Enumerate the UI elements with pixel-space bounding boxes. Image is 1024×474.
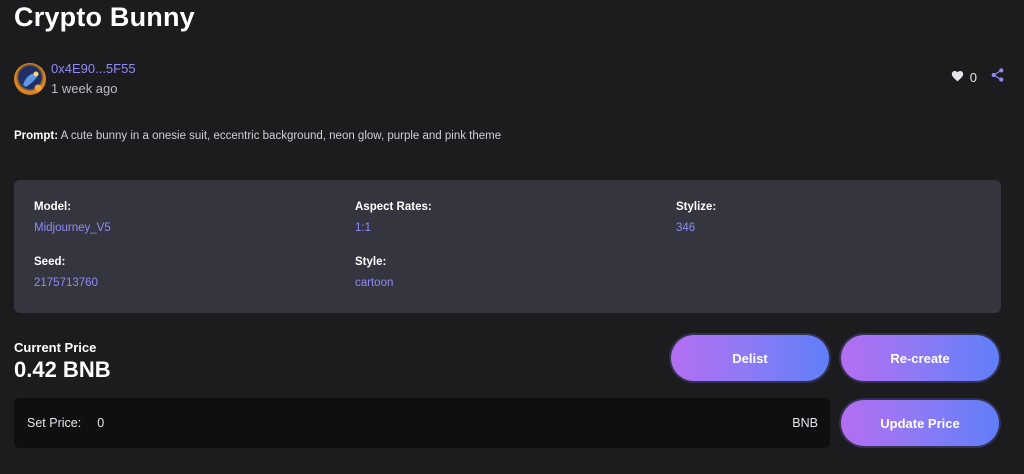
author-row: 0x4E90...5F55 1 week ago [14, 60, 136, 97]
detail-seed-value: 2175713760 [34, 277, 98, 289]
detail-aspect-label: Aspect Rates: [355, 201, 432, 213]
prompt-value: A cute bunny in a onesie suit, eccentric… [58, 130, 502, 142]
page-title: Crypto Bunny [14, 2, 195, 32]
detail-aspect: Aspect Rates: 1:1 [355, 201, 432, 234]
detail-model-label: Model: [34, 201, 72, 213]
nft-detail-page: Crypto Bunny 0x4E90...5F55 1 week ago 0 [0, 0, 1024, 474]
detail-style: Style: cartoon [355, 256, 393, 289]
delist-button[interactable]: Delist [671, 335, 829, 381]
detail-stylize-label: Stylize: [676, 201, 717, 213]
detail-model-value: Midjourney_V5 [34, 222, 111, 234]
generation-details-panel: Model: Midjourney_V5 Aspect Rates: 1:1 S… [14, 180, 1001, 313]
recreate-button[interactable]: Re-create [841, 335, 999, 381]
detail-aspect-value: 1:1 [355, 222, 371, 234]
set-price-label: Set Price: [27, 416, 82, 430]
set-price-field: Set Price: BNB [14, 398, 830, 448]
detail-stylize-value: 346 [676, 222, 696, 234]
detail-model: Model: Midjourney_V5 [34, 201, 111, 234]
prompt-label: Prompt: [14, 130, 59, 142]
detail-seed-label: Seed: [34, 256, 66, 268]
avatar-icon [20, 68, 42, 91]
detail-style-label: Style: [355, 256, 387, 268]
detail-style-value: cartoon [355, 277, 394, 289]
current-price-value: 0.42 BNB [14, 357, 111, 382]
author-meta: 0x4E90...5F55 1 week ago [51, 60, 136, 97]
currency-label: BNB [792, 416, 818, 430]
post-actions: 0 [951, 68, 1004, 87]
heart-icon[interactable] [951, 69, 964, 87]
like-count: 0 [969, 70, 977, 85]
prompt-text: Prompt: A cute bunny in a onesie suit, e… [14, 130, 501, 142]
detail-stylize: Stylize: 346 [676, 201, 716, 234]
current-price-label: Current Price [14, 340, 97, 355]
update-price-button[interactable]: Update Price [841, 400, 999, 446]
avatar[interactable] [14, 62, 46, 95]
detail-seed: Seed: 2175713760 [34, 256, 98, 289]
share-icon[interactable] [991, 68, 1004, 87]
set-price-input[interactable] [97, 416, 793, 430]
author-address-link[interactable]: 0x4E90...5F55 [51, 60, 136, 77]
post-time: 1 week ago [51, 81, 118, 96]
